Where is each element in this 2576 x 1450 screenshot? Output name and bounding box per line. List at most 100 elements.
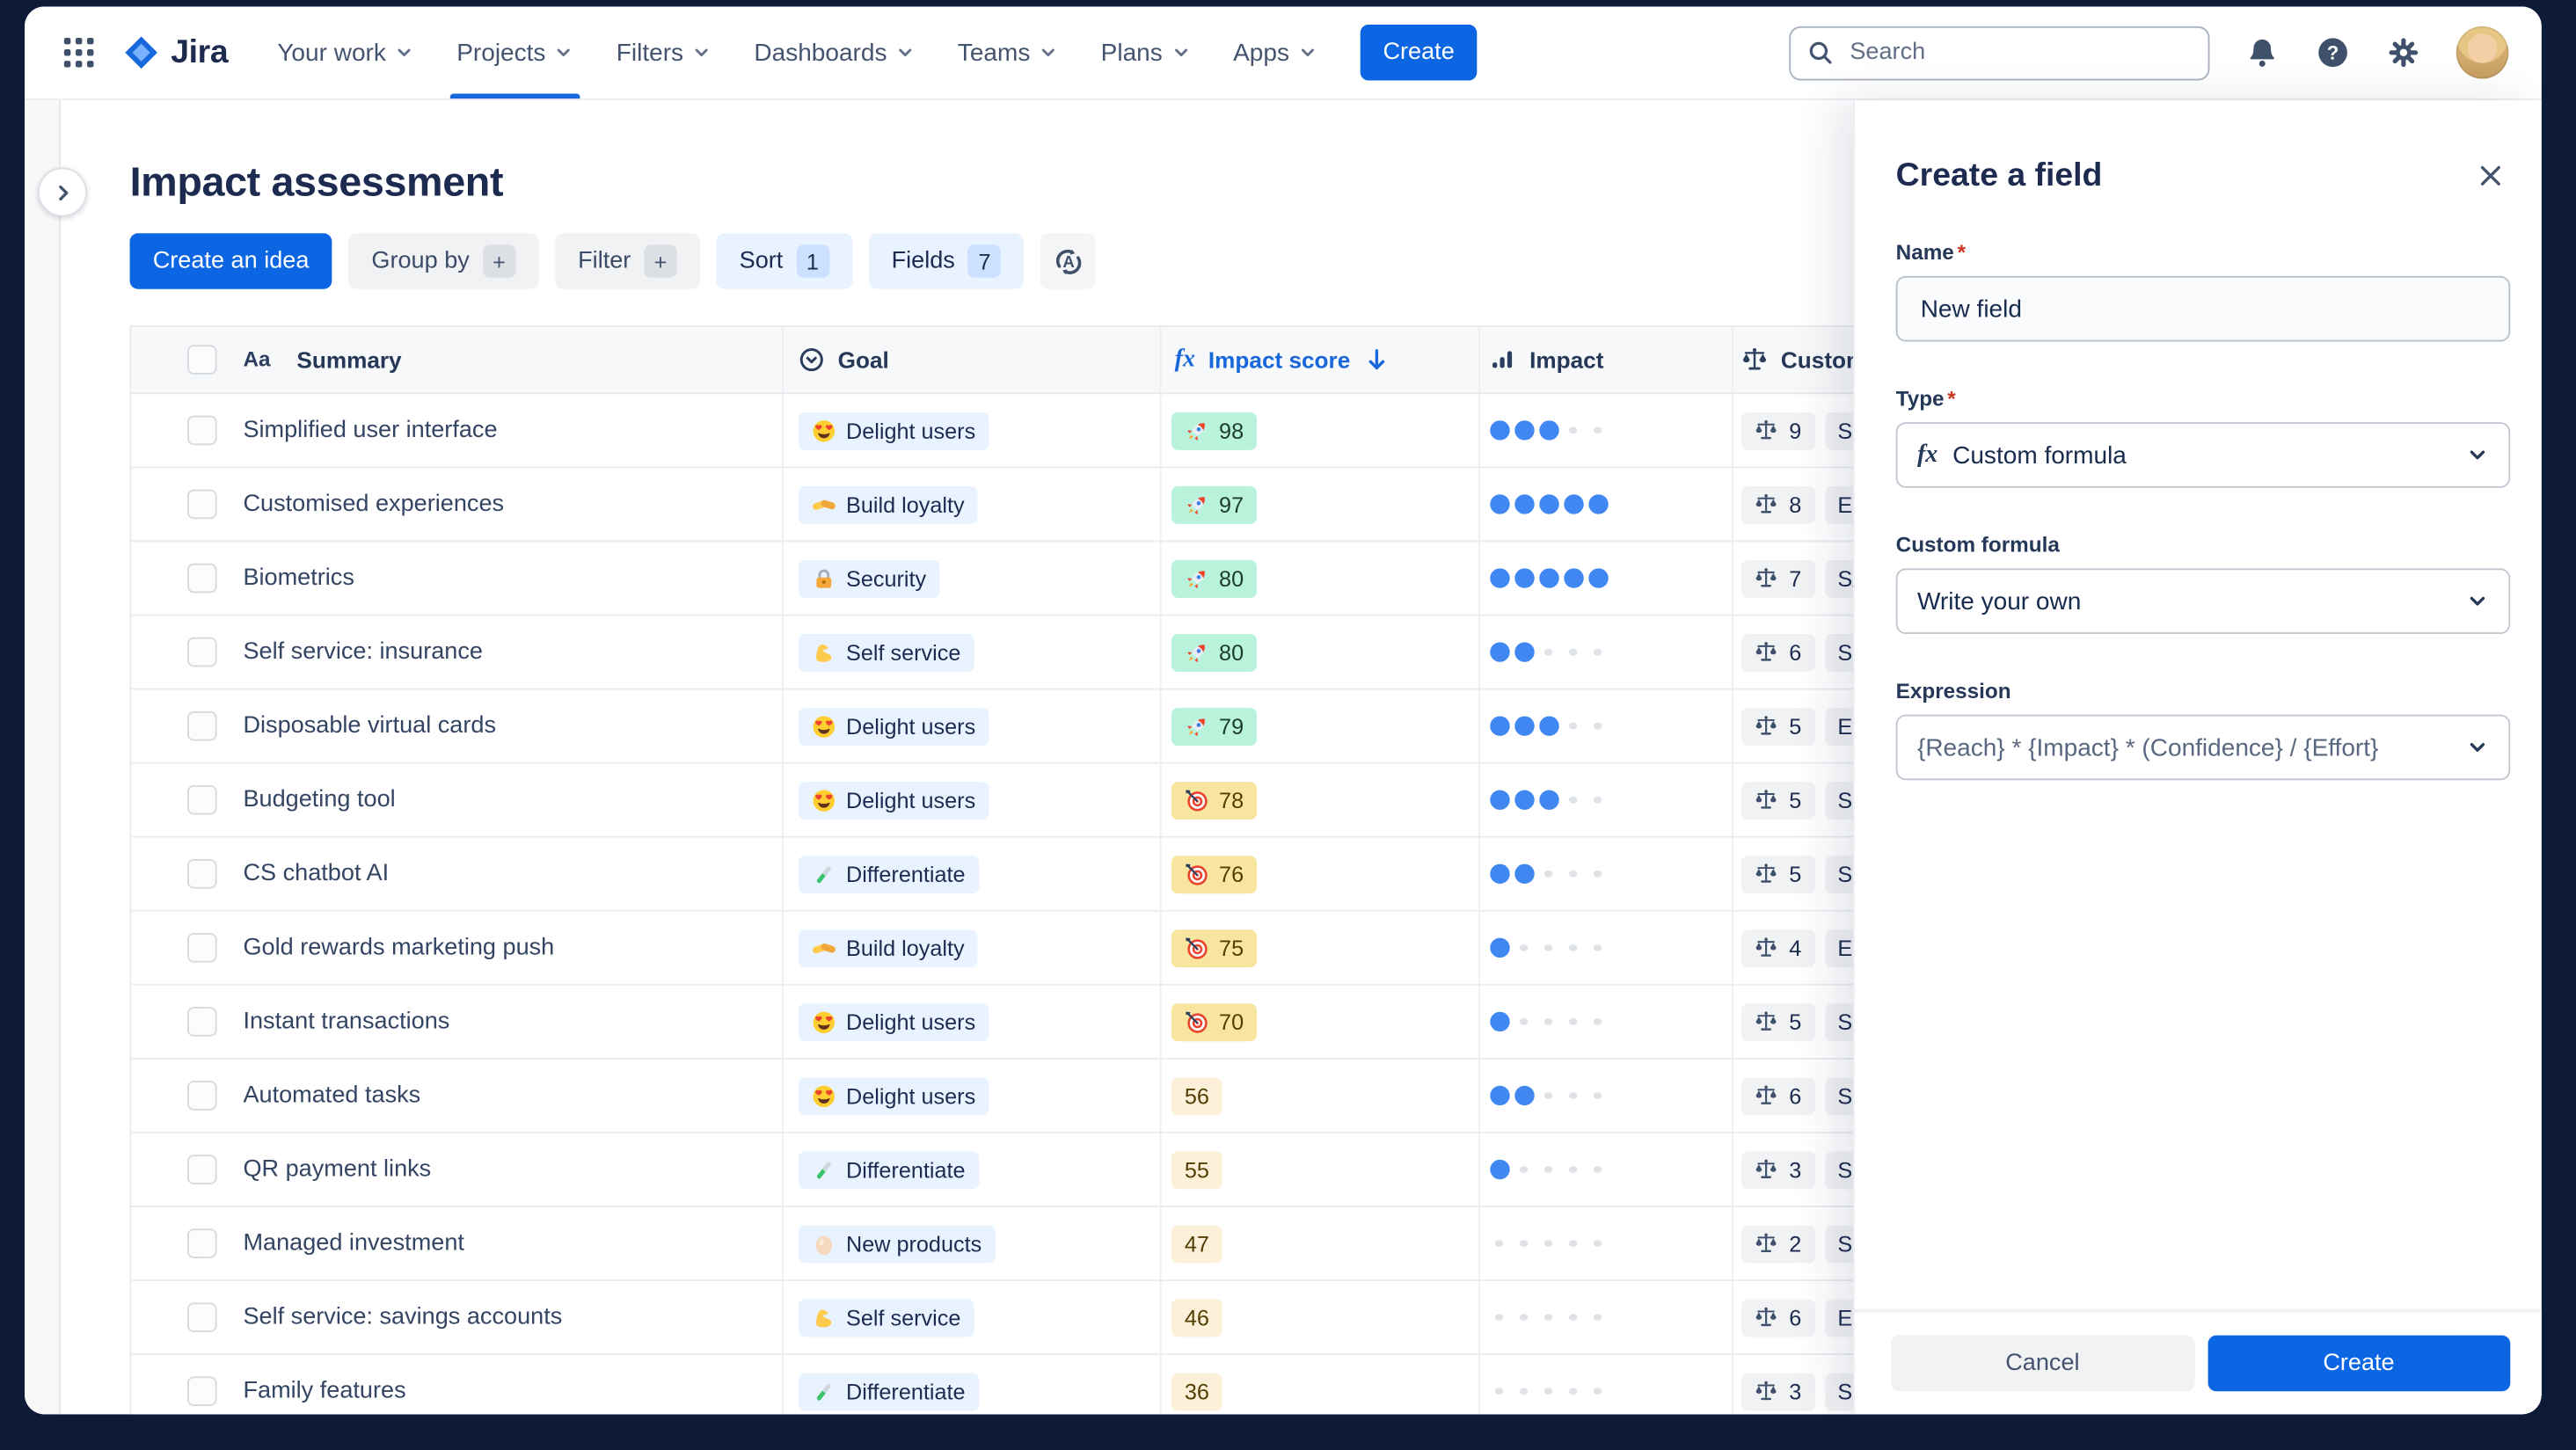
impact-score-pill[interactable]: 47 — [1171, 1224, 1222, 1263]
row-checkbox[interactable] — [186, 489, 217, 520]
create-button[interactable]: Create — [2207, 1335, 2511, 1392]
impact-rating-dots[interactable] — [1488, 937, 1608, 958]
impact-dot-empty[interactable] — [1513, 1233, 1534, 1254]
goal-pill[interactable]: Self service — [798, 633, 974, 672]
impact-dot-empty[interactable] — [1513, 1011, 1534, 1032]
impact-dot-empty[interactable] — [1562, 790, 1583, 811]
impact-rating-dots[interactable] — [1488, 1233, 1608, 1254]
row-checkbox[interactable] — [186, 415, 217, 446]
impact-dot-empty[interactable] — [1562, 1085, 1583, 1106]
impact-dot-filled[interactable] — [1488, 1011, 1509, 1032]
customer-count-pill[interactable]: 2 — [1741, 1224, 1815, 1263]
impact-rating-dots[interactable] — [1488, 1011, 1608, 1032]
goal-pill[interactable]: Build loyalty — [798, 929, 978, 967]
impact-dot-filled[interactable] — [1537, 493, 1558, 514]
table-row[interactable]: Gold rewards marketing push Build loyalt… — [131, 911, 1879, 986]
impact-dot-filled[interactable] — [1513, 493, 1534, 514]
impact-dot-empty[interactable] — [1587, 937, 1608, 958]
impact-rating-dots[interactable] — [1488, 1085, 1608, 1106]
select-all-checkbox[interactable] — [186, 345, 217, 375]
row-checkbox[interactable] — [186, 710, 217, 741]
impact-dot-empty[interactable] — [1587, 641, 1608, 662]
row-checkbox[interactable] — [186, 637, 217, 667]
auto-sort-a-icon-button[interactable]: A — [1040, 233, 1097, 289]
impact-dot-empty[interactable] — [1537, 1233, 1558, 1254]
impact-dot-empty[interactable] — [1587, 1307, 1608, 1328]
table-row[interactable]: Disposable virtual cards Delight users 7… — [131, 689, 1879, 764]
custom-formula-select[interactable]: Write your own — [1895, 568, 2511, 635]
impact-dot-empty[interactable] — [1587, 1011, 1608, 1032]
create-idea-button[interactable]: Create an idea — [129, 233, 332, 289]
search-box[interactable] — [1789, 25, 2210, 80]
customer-count-pill[interactable]: 9 — [1741, 411, 1815, 449]
sort-button[interactable]: Sort 1 — [716, 233, 852, 289]
table-row[interactable]: Self service: insurance Self service 80 … — [131, 616, 1879, 690]
row-checkbox[interactable] — [186, 858, 217, 889]
impact-dot-filled[interactable] — [1488, 567, 1509, 588]
impact-dot-filled[interactable] — [1537, 716, 1558, 737]
fields-button[interactable]: Fields 7 — [868, 233, 1025, 289]
impact-score-pill[interactable]: 80 — [1171, 559, 1258, 598]
customer-count-pill[interactable]: 6 — [1741, 1298, 1815, 1337]
impact-dot-empty[interactable] — [1562, 419, 1583, 441]
settings-gear-icon[interactable] — [2385, 34, 2421, 70]
row-checkbox[interactable] — [186, 1376, 217, 1407]
customer-count-pill[interactable]: 6 — [1741, 633, 1815, 672]
nav-item-teams[interactable]: Teams — [958, 6, 1058, 98]
customer-count-pill[interactable]: 3 — [1741, 1372, 1815, 1410]
impact-score-pill[interactable]: 78 — [1171, 781, 1258, 820]
customer-count-pill[interactable]: 5 — [1741, 1002, 1815, 1041]
impact-score-pill[interactable]: 98 — [1171, 411, 1258, 449]
impact-rating-dots[interactable] — [1488, 716, 1608, 737]
impact-dot-filled[interactable] — [1513, 863, 1534, 885]
table-row[interactable]: Instant transactions Delight users 70 5 … — [131, 985, 1879, 1060]
customer-count-pill[interactable]: 6 — [1741, 1076, 1815, 1115]
customer-count-pill[interactable]: 7 — [1741, 559, 1815, 598]
app-switcher-grid-icon[interactable] — [61, 34, 97, 70]
impact-dot-empty[interactable] — [1587, 790, 1608, 811]
row-checkbox[interactable] — [186, 933, 217, 963]
impact-dot-empty[interactable] — [1562, 1011, 1583, 1032]
impact-rating-dots[interactable] — [1488, 1307, 1608, 1328]
impact-rating-dots[interactable] — [1488, 790, 1608, 811]
impact-score-pill[interactable]: 79 — [1171, 707, 1258, 746]
customer-count-pill[interactable]: 5 — [1741, 781, 1815, 820]
impact-dot-filled[interactable] — [1488, 1159, 1509, 1180]
customer-count-pill[interactable]: 5 — [1741, 707, 1815, 746]
impact-dot-filled[interactable] — [1562, 493, 1583, 514]
impact-rating-dots[interactable] — [1488, 863, 1608, 885]
idea-summary[interactable]: Disposable virtual cards — [243, 713, 496, 740]
idea-summary[interactable]: Simplified user interface — [243, 417, 497, 443]
table-row[interactable]: Managed investment New products 47 2 SMB — [131, 1206, 1879, 1282]
impact-dot-filled[interactable] — [1537, 790, 1558, 811]
impact-rating-dots[interactable] — [1488, 1159, 1608, 1180]
impact-score-pill[interactable]: 36 — [1171, 1372, 1222, 1410]
name-input[interactable] — [1916, 293, 2490, 324]
nav-item-filters[interactable]: Filters — [617, 6, 712, 98]
goal-pill[interactable]: Delight users — [798, 411, 989, 449]
idea-summary[interactable]: Biometrics — [243, 565, 354, 592]
help-icon[interactable]: ? — [2315, 34, 2351, 70]
idea-summary[interactable]: Gold rewards marketing push — [243, 935, 554, 961]
goal-pill[interactable]: Self service — [798, 1298, 974, 1337]
impact-dot-filled[interactable] — [1562, 567, 1583, 588]
user-avatar[interactable] — [2456, 26, 2509, 79]
impact-dot-filled[interactable] — [1488, 493, 1509, 514]
impact-dot-filled[interactable] — [1587, 567, 1608, 588]
row-checkbox[interactable] — [186, 563, 217, 594]
impact-dot-empty[interactable] — [1587, 1381, 1608, 1402]
table-row[interactable]: Family features Differentiate 36 3 SMB — [131, 1355, 1879, 1415]
row-checkbox[interactable] — [186, 1302, 217, 1332]
impact-dot-empty[interactable] — [1587, 1233, 1608, 1254]
impact-dot-filled[interactable] — [1513, 1085, 1534, 1106]
impact-dot-empty[interactable] — [1587, 1085, 1608, 1106]
impact-dot-empty[interactable] — [1513, 937, 1534, 958]
column-header-impact-score[interactable]: fx Impact score — [1161, 326, 1481, 395]
nav-item-apps[interactable]: Apps — [1233, 6, 1317, 98]
group-by-button[interactable]: Group by + — [348, 233, 539, 289]
impact-dot-empty[interactable] — [1587, 863, 1608, 885]
impact-dot-empty[interactable] — [1562, 863, 1583, 885]
impact-dot-filled[interactable] — [1488, 790, 1509, 811]
table-row[interactable]: Biometrics Security 80 7 SAAS — [131, 542, 1879, 616]
impact-score-pill[interactable]: 80 — [1171, 633, 1258, 672]
